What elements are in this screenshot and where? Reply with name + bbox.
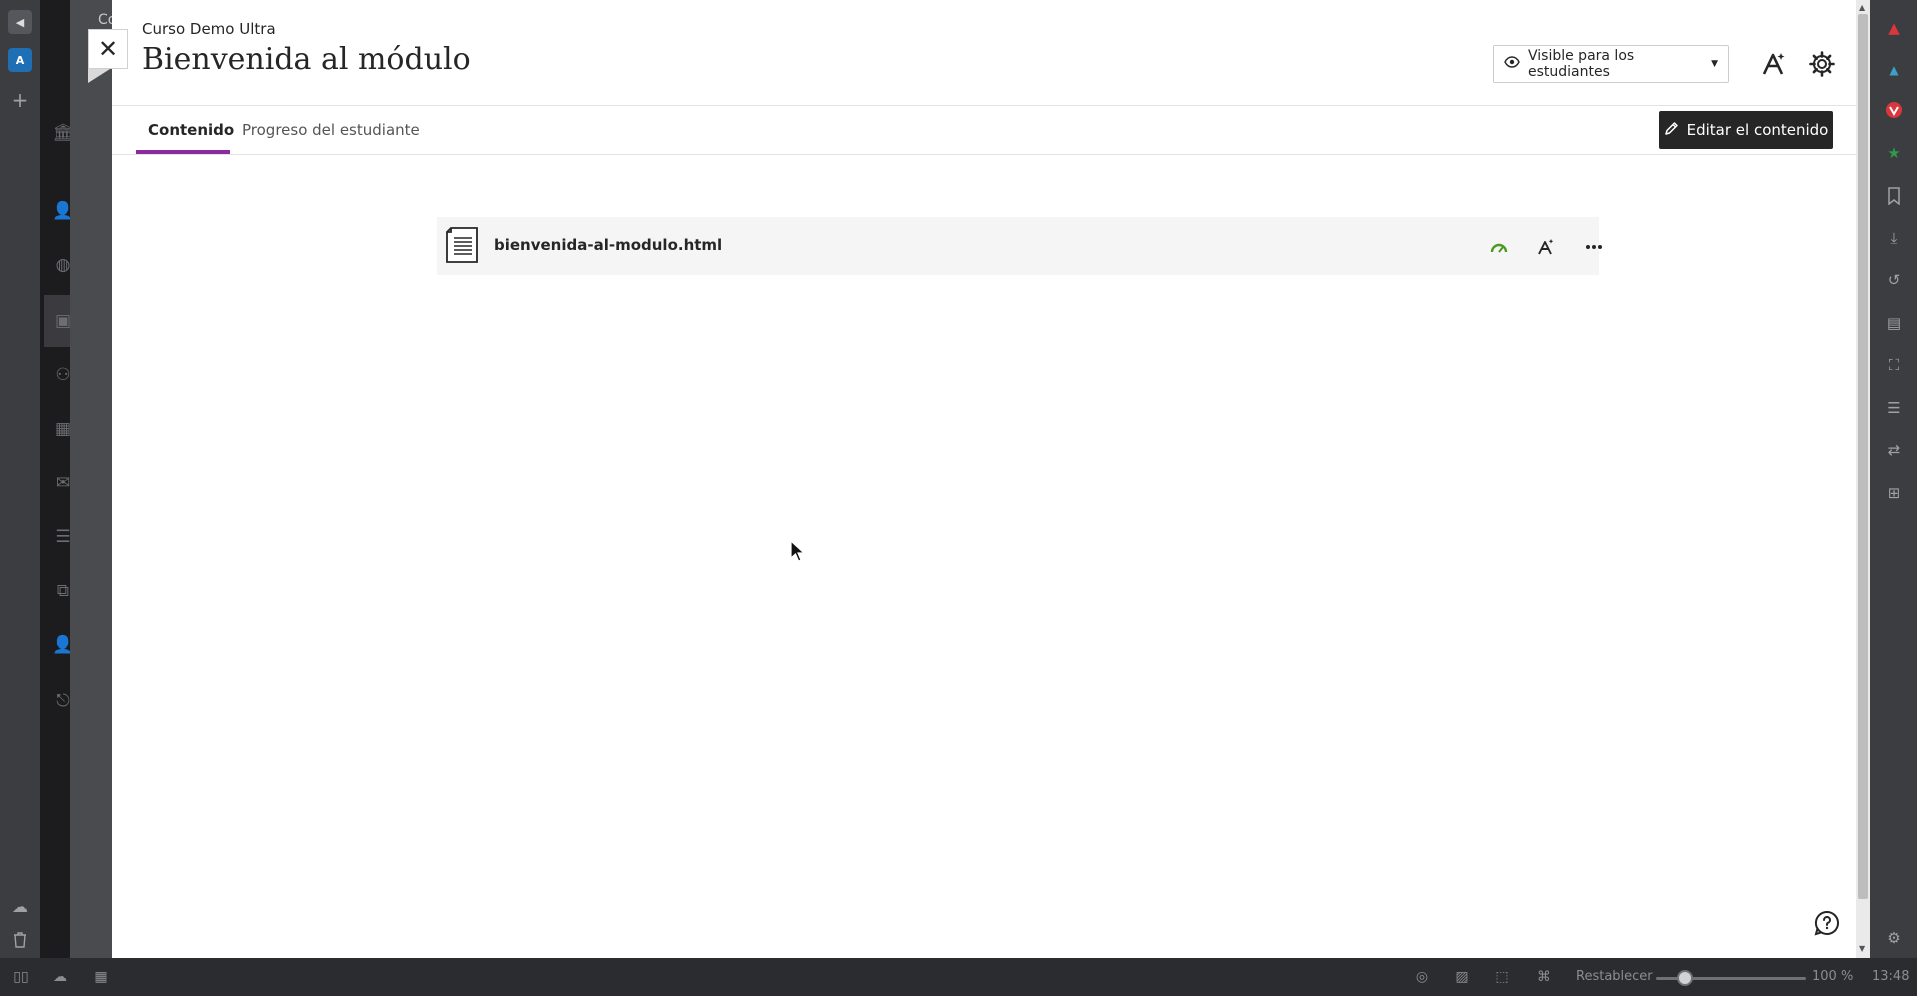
page-actions-icon[interactable]: ⌘ <box>1533 968 1555 986</box>
reading-list-icon[interactable]: ☰ <box>1882 396 1906 420</box>
browser-status-bar: ▯▯ ☁ ▦ ◎ ▨ ⬚ ⌘ Restablecer 100 % 13:48 <box>0 958 1917 996</box>
ai-design-assistant-icon[interactable] <box>1758 48 1790 80</box>
translate-icon[interactable]: ⛶ <box>1882 353 1906 377</box>
browser-side-panel: ◀ A + ☁ <box>0 0 40 958</box>
content-panel: Curso Demo Ultra Bienvenida al módulo Vi… <box>112 0 1856 958</box>
zoom-slider-handle[interactable] <box>1677 970 1693 986</box>
tabs-divider <box>112 154 1856 155</box>
visibility-label: Visible para los estudiantes <box>1528 48 1635 80</box>
images-icon[interactable]: ▨ <box>1451 968 1473 986</box>
close-icon: ✕ <box>97 35 119 63</box>
tab-label: Contenido <box>148 121 235 139</box>
sync-cloud-icon[interactable]: ☁ <box>49 968 71 986</box>
add-tab-icon[interactable]: + <box>8 88 32 112</box>
panel-app-icon[interactable]: ▲ <box>1882 58 1906 82</box>
clock: 13:48 <box>1872 969 1910 984</box>
trash-icon[interactable] <box>8 928 32 952</box>
close-button-notch <box>88 69 110 83</box>
history-icon[interactable]: ↺ <box>1882 268 1906 292</box>
cloud-icon[interactable]: ☁ <box>8 894 32 918</box>
sync-icon[interactable]: ⇄ <box>1882 438 1906 462</box>
zoom-reset-label[interactable]: Restablecer <box>1576 969 1653 984</box>
tiling-icon[interactable]: ⬚ <box>1491 968 1513 986</box>
gear-icon[interactable] <box>1806 48 1838 80</box>
tab-label: Progreso del estudiante <box>242 121 420 139</box>
scrollbar-thumb[interactable] <box>1858 14 1868 899</box>
scroll-down-icon[interactable]: ▼ <box>1859 944 1867 953</box>
notes-icon[interactable]: ▤ <box>1882 311 1906 335</box>
scroll-up-icon[interactable]: ▲ <box>1859 3 1867 12</box>
bookmark-icon[interactable] <box>1882 184 1906 208</box>
course-name: Curso Demo Ultra <box>142 20 276 38</box>
tab-favicon-icon[interactable]: A <box>8 48 32 72</box>
caret-down-icon: ▼ <box>1711 59 1718 69</box>
content-item-name[interactable]: bienvenida-al-modulo.html <box>494 236 722 254</box>
browser-right-sidebar: ▲ ▲ ★ ⤓ ↺ ▤ ⛶ ☰ ⇄ ⊞ ⚙ <box>1870 0 1917 958</box>
add-panel-icon[interactable]: ⊞ <box>1882 481 1906 505</box>
document-icon <box>445 226 483 266</box>
tab-contenido[interactable]: Contenido <box>148 106 234 154</box>
ai-assistant-icon[interactable] <box>1533 234 1559 260</box>
background-content: Co <box>70 0 116 958</box>
progress-tracking-icon[interactable] <box>1486 234 1512 260</box>
vivaldi-triangle-icon[interactable]: ▲ <box>1882 16 1906 40</box>
panel-toggle-icon[interactable]: ▯▯ <box>10 968 32 986</box>
visibility-dropdown[interactable]: Visible para los estudiantes ▼ <box>1493 45 1729 83</box>
eye-icon <box>1504 56 1520 72</box>
content-item-row[interactable]: bienvenida-al-modulo.html <box>437 217 1602 275</box>
zoom-level: 100 % <box>1812 969 1854 984</box>
vivaldi-logo-icon[interactable] <box>1882 98 1906 122</box>
mouse-cursor-icon <box>790 539 806 562</box>
pencil-icon <box>1664 121 1679 140</box>
page-title: Bienvenida al módulo <box>142 42 471 77</box>
screen: ◀ A + ☁ 🏛 👤 ◍ ▣ ⚇ ▦ ✉ ☰ ⧉ 👤 ⎋ Co Curso D… <box>0 0 1917 996</box>
more-options-icon[interactable] <box>1581 234 1607 260</box>
download-icon[interactable]: ⤓ <box>1882 226 1906 250</box>
capture-icon[interactable]: ◎ <box>1411 968 1433 986</box>
help-icon[interactable] <box>1812 908 1842 938</box>
settings-icon[interactable]: ⚙ <box>1882 926 1906 950</box>
edit-content-button[interactable]: Editar el contenido <box>1659 111 1833 149</box>
close-button[interactable]: ✕ <box>88 29 128 69</box>
calendar-status-icon[interactable]: ▦ <box>90 968 112 986</box>
edit-content-label: Editar el contenido <box>1686 121 1829 139</box>
star-icon[interactable]: ★ <box>1882 141 1906 165</box>
back-tab-icon[interactable]: ◀ <box>8 10 32 34</box>
lms-navigation: 🏛 👤 ◍ ▣ ⚇ ▦ ✉ ☰ ⧉ 👤 ⎋ <box>40 0 74 958</box>
tab-progreso-estudiante[interactable]: Progreso del estudiante <box>242 106 420 154</box>
panel-scrollbar[interactable]: ▲ ▼ <box>1856 0 1870 958</box>
